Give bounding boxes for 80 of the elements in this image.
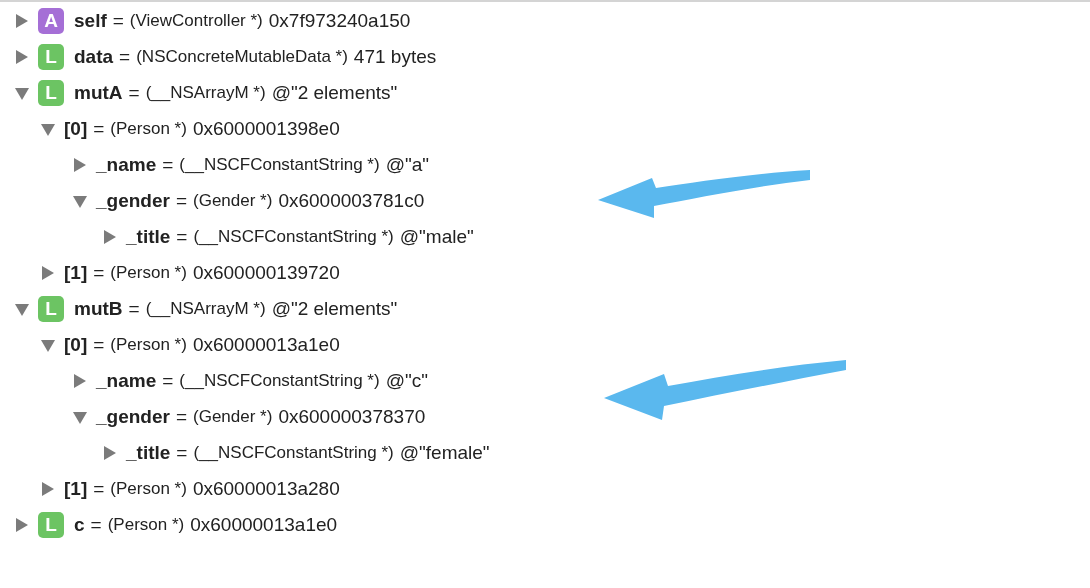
variable-type: (__NSCFConstantString *): [193, 227, 394, 247]
collapse-triangle-icon[interactable]: [40, 121, 56, 137]
equals-sign: =: [128, 298, 140, 320]
variable-value: 0x60000013a1e0: [190, 514, 338, 536]
variable-kind-badge: L: [38, 296, 64, 322]
expand-triangle-icon[interactable]: [40, 265, 56, 281]
equals-sign: =: [90, 514, 102, 536]
collapse-triangle-icon[interactable]: [72, 409, 88, 425]
equals-sign: =: [175, 190, 188, 212]
expand-triangle-icon[interactable]: [14, 517, 30, 533]
variable-name: _gender: [96, 190, 170, 212]
equals-sign: =: [93, 334, 105, 356]
equals-sign: =: [162, 370, 174, 392]
variable-type: (__NSCFConstantString *): [179, 371, 380, 391]
variable-name: _name: [96, 370, 157, 392]
equals-sign: =: [112, 10, 124, 32]
variable-value: 0x600000139720: [192, 262, 340, 284]
variable-value: 0x60000013a280: [192, 478, 340, 500]
variable-type: (Gender *): [193, 191, 273, 211]
expand-triangle-icon[interactable]: [14, 49, 30, 65]
variable-type: (Person *): [107, 515, 185, 535]
collapse-triangle-icon[interactable]: [14, 85, 30, 101]
expand-triangle-icon[interactable]: [72, 373, 88, 389]
variable-type: (Person *): [110, 119, 187, 139]
variable-name: [0]: [64, 334, 88, 356]
variable-name: data: [74, 46, 114, 68]
variable-type: (__NSCFConstantString *): [179, 155, 380, 175]
variable-value: @"c": [385, 370, 428, 392]
variable-name: mutA: [74, 82, 123, 104]
equals-sign: =: [93, 262, 105, 284]
equals-sign: =: [93, 118, 105, 140]
variable-type: (Person *): [110, 263, 187, 283]
variable-type: (Person *): [110, 479, 187, 499]
variable-value: @"female": [399, 442, 490, 464]
variable-value: 0x6000003781c0: [278, 190, 425, 212]
variable-name: _name: [96, 154, 157, 176]
variable-name: mutB: [74, 298, 123, 320]
variable-value: @"2 elements": [271, 82, 398, 104]
variable-value: 0x60000013a1e0: [192, 334, 340, 356]
variable-name: self: [74, 10, 107, 32]
variable-kind-badge: A: [38, 8, 64, 34]
variable-value: 0x600000378370: [278, 406, 426, 428]
equals-sign: =: [93, 478, 105, 500]
expand-triangle-icon[interactable]: [102, 445, 118, 461]
variable-value: @"2 elements": [271, 298, 398, 320]
variable-type: (NSConcreteMutableData *): [136, 47, 348, 67]
variable-type: (Gender *): [193, 407, 273, 427]
equals-sign: =: [119, 46, 131, 68]
variable-name: _gender: [96, 406, 170, 428]
variable-name: c: [74, 514, 85, 536]
variable-name: _title: [126, 226, 171, 248]
variable-name: [1]: [64, 262, 88, 284]
variable-type: (__NSCFConstantString *): [193, 443, 394, 463]
collapse-triangle-icon[interactable]: [40, 337, 56, 353]
collapse-triangle-icon[interactable]: [14, 301, 30, 317]
variable-type: (ViewController *): [129, 11, 263, 31]
equals-sign: =: [128, 82, 140, 104]
variable-kind-badge: L: [38, 44, 64, 70]
equals-sign: =: [176, 442, 188, 464]
variable-type: (Person *): [110, 335, 187, 355]
expand-triangle-icon[interactable]: [14, 13, 30, 29]
variable-kind-badge: L: [38, 512, 64, 538]
expand-triangle-icon[interactable]: [40, 481, 56, 497]
equals-sign: =: [175, 406, 188, 428]
variable-name: _title: [126, 442, 171, 464]
variable-type: (__NSArrayM *): [145, 83, 266, 103]
variable-value: @"a": [385, 154, 429, 176]
equals-sign: =: [162, 154, 174, 176]
collapse-triangle-icon[interactable]: [72, 193, 88, 209]
variable-value: 0x6000001398e0: [192, 118, 340, 140]
variable-type: (__NSArrayM *): [145, 299, 266, 319]
variable-value: 0x7f973240a150: [268, 10, 411, 32]
variable-value: 471 bytes: [353, 46, 437, 68]
equals-sign: =: [176, 226, 188, 248]
variable-name: [1]: [64, 478, 88, 500]
variable-kind-badge: L: [38, 80, 64, 106]
expand-triangle-icon[interactable]: [72, 157, 88, 173]
expand-triangle-icon[interactable]: [102, 229, 118, 245]
variable-name: [0]: [64, 118, 88, 140]
variable-value: @"male": [399, 226, 474, 248]
